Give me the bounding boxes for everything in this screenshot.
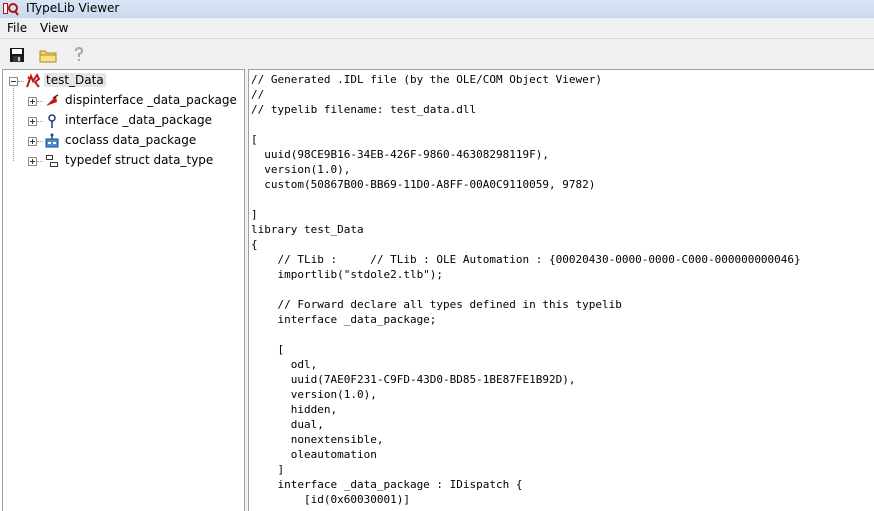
code-line: // TLib : // TLib : OLE Automation : {00… (251, 253, 801, 266)
tree-item-label: dispinterface _data_package (65, 93, 237, 107)
tree-root-label: test_Data (44, 73, 106, 87)
open-button[interactable] (37, 44, 59, 66)
code-line: importlib("stdole2.tlb"); (251, 268, 444, 281)
code-line: custom(50867B00-BB69-11D0-A8FF-00A0C9110… (251, 178, 596, 191)
menu-bar: File View (0, 18, 874, 39)
idl-code-view[interactable]: // Generated .IDL file (by the OLE/COM O… (248, 69, 874, 511)
tree-root[interactable]: test_Data (3, 72, 243, 90)
tree-item-label: typedef struct data_type (65, 153, 214, 167)
code-line: ] (251, 208, 258, 221)
expand-toggle[interactable] (28, 97, 37, 106)
menu-view[interactable]: View (40, 21, 68, 35)
interface-icon (48, 114, 56, 128)
tree-item-coclass[interactable]: coclass data_package (3, 132, 243, 150)
expand-toggle[interactable] (28, 137, 37, 146)
code-line: library test_Data (251, 223, 364, 236)
floppy-disk-icon (10, 48, 24, 62)
tree-item-label: interface _data_package (65, 113, 213, 127)
type-tree[interactable]: test_Data dispinterface _data_package in… (2, 69, 245, 511)
code-line: [id(0x60030001)] (251, 493, 410, 506)
tree-connector (37, 101, 43, 102)
oleview-app-icon (3, 3, 19, 16)
code-line: uuid(98CE9B16-34EB-426F-9860-46308298119… (251, 148, 550, 161)
tree-connector (37, 121, 43, 122)
code-line: version(1.0), (251, 163, 351, 176)
tree-item-typedef[interactable]: typedef struct data_type (3, 152, 243, 170)
code-line: uuid(7AE0F231-C9FD-43D0-BD85-1BE87FE1B92… (251, 373, 576, 386)
code-line: // Generated .IDL file (by the OLE/COM O… (251, 73, 602, 86)
code-line: // (251, 88, 265, 101)
struct-icon (46, 155, 58, 167)
code-line: hidden, (251, 403, 338, 416)
help-question-icon (75, 46, 84, 61)
tree-item-label: coclass data_package (65, 133, 197, 147)
folder-icon (39, 50, 57, 63)
tree-item-dispinterface[interactable]: dispinterface _data_package (3, 92, 243, 110)
code-line: // typelib filename: test_data.dll (251, 103, 477, 116)
code-line: interface _data_package : IDispatch { (251, 478, 523, 491)
dispinterface-icon (46, 94, 59, 106)
expand-toggle[interactable] (28, 117, 37, 126)
save-button[interactable] (6, 44, 28, 66)
code-line: dual, (251, 418, 324, 431)
code-line: oleautomation (251, 448, 377, 461)
code-line: [ (251, 133, 258, 146)
code-line: interface _data_package; (251, 313, 437, 326)
code-line: version(1.0), (251, 388, 377, 401)
tree-connector (18, 81, 24, 82)
code-line: ] (251, 463, 285, 476)
expand-toggle[interactable] (28, 157, 37, 166)
tree-connector (37, 141, 43, 142)
help-button[interactable] (68, 44, 90, 66)
toolbar (0, 39, 874, 69)
code-line: // Forward declare all types defined in … (251, 298, 622, 311)
code-line: odl, (251, 358, 318, 371)
tree-item-interface[interactable]: interface _data_package (3, 112, 243, 130)
window-title: ITypeLib Viewer (26, 1, 120, 15)
coclass-icon (45, 133, 59, 148)
code-line: nonextensible, (251, 433, 384, 446)
typelib-icon (26, 73, 41, 88)
title-bar: ITypeLib Viewer (0, 0, 874, 18)
menu-file[interactable]: File (7, 21, 27, 35)
tree-connector (37, 161, 43, 162)
code-line: { (251, 238, 258, 251)
code-line: [ (251, 343, 285, 356)
